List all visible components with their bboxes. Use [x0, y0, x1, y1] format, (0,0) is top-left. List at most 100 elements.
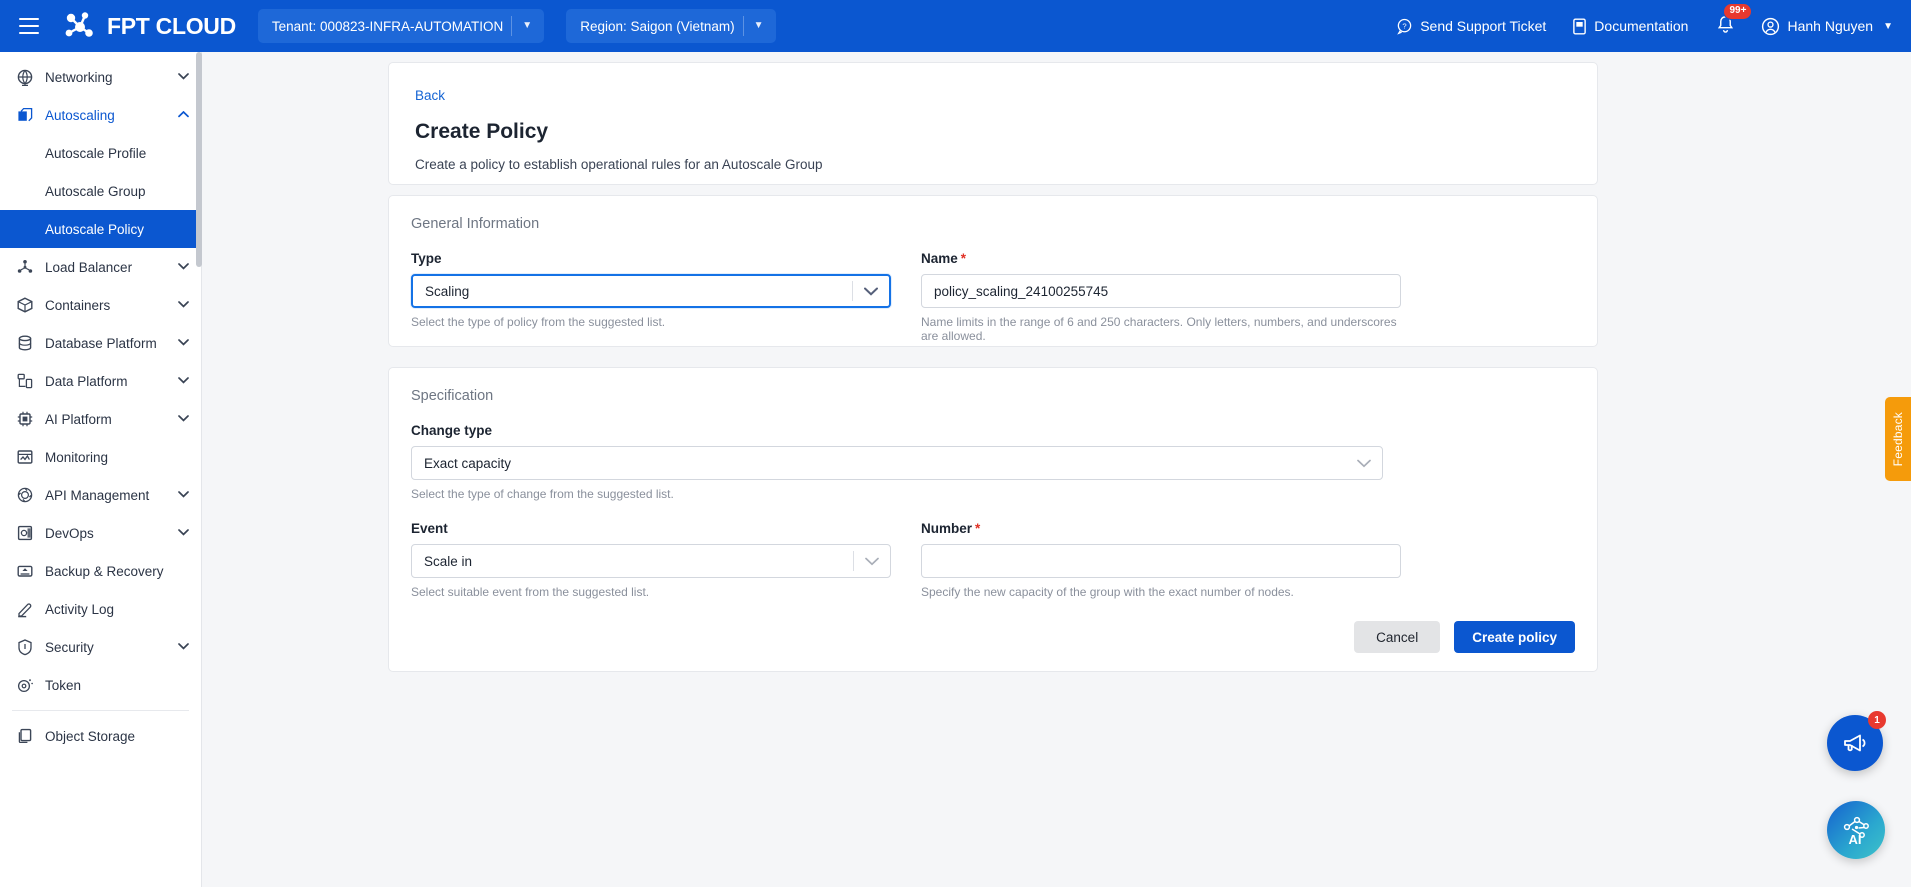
announcements-badge: 1 [1868, 711, 1886, 729]
sidebar-item-object-storage[interactable]: Object Storage [0, 717, 201, 755]
back-link[interactable]: Back [415, 88, 445, 103]
sidebar-item-label: Autoscale Policy [45, 221, 145, 237]
api-icon [14, 486, 36, 504]
announcements-fab[interactable]: 1 [1827, 711, 1886, 771]
megaphone-icon [1844, 734, 1866, 752]
send-support-ticket-button[interactable]: ? Send Support Ticket [1396, 18, 1546, 35]
type-select-value: Scaling [425, 283, 470, 299]
type-label: Type [411, 251, 442, 266]
sidebar-item-label: Object Storage [45, 728, 136, 744]
brand-logo-group[interactable]: FPT CLOUD [64, 11, 236, 41]
specification-section-title: Specification [411, 388, 494, 404]
sidebar-item-security[interactable]: Security [0, 628, 201, 666]
chevron-down-icon [175, 413, 189, 425]
sidebar-item-ai-platform[interactable]: AI Platform [0, 400, 201, 438]
chevron-down-icon [175, 337, 189, 349]
sidebar-item-database-platform[interactable]: Database Platform [0, 324, 201, 362]
event-select[interactable]: Scale in [411, 544, 891, 578]
globe-icon [14, 68, 36, 86]
type-field: Type Scaling Select the type of policy f… [411, 251, 891, 343]
sidebar-nav: Networking Autoscaling Autoscale Profile Au… [0, 52, 201, 755]
sidebar-divider [12, 710, 189, 711]
change-type-field: Change type Exact capacity Select the ty… [411, 423, 1383, 501]
sidebar-item-autoscale-policy[interactable]: Autoscale Policy [0, 210, 201, 248]
backup-icon [14, 562, 36, 580]
sidebar-item-api-management[interactable]: API Management [0, 476, 201, 514]
sidebar-item-activity-log[interactable]: Activity Log [0, 590, 201, 628]
ai-assistant-fab[interactable]: AI [1827, 801, 1885, 859]
change-type-hint: Select the type of change from the sugge… [411, 487, 674, 501]
chevron-down-icon [175, 489, 189, 501]
chevron-down-icon: ▼ [522, 20, 533, 31]
box-icon [14, 296, 36, 314]
required-marker: * [975, 521, 981, 536]
sidebar-item-autoscale-profile[interactable]: Autoscale Profile [0, 134, 201, 172]
sidebar-item-containers[interactable]: Containers [0, 286, 201, 324]
type-select[interactable]: Scaling [411, 274, 891, 308]
sidebar-item-label: Autoscale Profile [45, 145, 147, 161]
sidebar-item-networking[interactable]: Networking [0, 58, 201, 96]
sidebar-item-label: Networking [45, 69, 113, 85]
number-field: Number * Specify the new capacity of the … [921, 521, 1401, 599]
required-marker: * [960, 251, 967, 266]
event-hint: Select suitable event from the suggested… [411, 585, 650, 599]
avatar-icon [1762, 17, 1780, 35]
sidebar-item-devops[interactable]: DevOps [0, 514, 201, 552]
sidebar-item-monitoring[interactable]: Monitoring [0, 438, 201, 476]
number-input-wrap[interactable] [921, 544, 1401, 578]
storage-icon [14, 727, 36, 745]
change-type-label: Change type [411, 423, 493, 438]
change-type-select[interactable]: Exact capacity [411, 446, 1383, 480]
sidebar-item-label: Autoscale Group [45, 183, 146, 199]
event-field: Event Scale in Select suitable event fro… [411, 521, 891, 599]
notifications-button[interactable]: 99+ [1716, 2, 1753, 39]
support-question-icon: ? [1397, 18, 1412, 35]
sidebar-item-backup-recovery[interactable]: Backup & Recovery [0, 552, 201, 590]
hamburger-icon[interactable] [10, 7, 48, 45]
name-input-wrap[interactable] [921, 274, 1401, 308]
general-section-title: General Information [411, 216, 540, 232]
name-hint: Name limits in the range of 6 and 250 ch… [921, 315, 1397, 343]
sidebar-item-label: DevOps [45, 525, 94, 541]
documentation-button[interactable]: Documentation [1572, 17, 1688, 35]
region-selector[interactable]: Region: Saigon (Vietnam) ▼ [566, 9, 776, 43]
sidebar-item-autoscaling[interactable]: Autoscaling [0, 96, 201, 134]
type-hint: Select the type of policy from the sugge… [411, 315, 666, 329]
number-input[interactable] [934, 553, 1400, 569]
notification-badge: 99+ [1723, 2, 1753, 20]
chevron-down-icon [854, 557, 890, 566]
sidebar-item-label: Containers [45, 297, 111, 313]
nodes-icon [14, 258, 36, 276]
sidebar-item-autoscale-group[interactable]: Autoscale Group [0, 172, 201, 210]
top-header: FPT CLOUD Tenant: 000823-INFRA-AUTOMATIO… [0, 0, 1911, 52]
sidebar-item-load-balancer[interactable]: Load Balancer [0, 248, 201, 286]
fpt-cloud-logo-icon [65, 12, 93, 37]
user-menu[interactable]: Hanh Nguyen ▼ [1761, 17, 1893, 36]
tenant-selector[interactable]: Tenant: 000823-INFRA-AUTOMATION ▼ [257, 9, 545, 43]
chip-icon [14, 410, 36, 428]
shield-icon [14, 638, 36, 656]
specification-card: Specification Change type Exact capacity… [388, 367, 1598, 672]
brand-text: FPT CLOUD [107, 12, 236, 39]
sidebar-item-token[interactable]: Token [0, 666, 201, 704]
general-information-card: General Information Type Scaling Select … [388, 195, 1598, 347]
chevron-down-icon: ▼ [753, 20, 764, 31]
feedback-tab[interactable]: Feedback [1885, 397, 1911, 481]
number-label: Number * [921, 521, 981, 536]
sidebar-item-label: Security [45, 639, 94, 655]
chevron-down-icon: ▼ [1883, 20, 1893, 32]
name-field: Name* Name limits in the range of 6 and … [921, 251, 1401, 343]
region-divider [742, 16, 744, 36]
event-label: Event [411, 521, 448, 536]
sidebar-item-data-platform[interactable]: Data Platform [0, 362, 201, 400]
number-hint: Specify the new capacity of the group wi… [921, 585, 1294, 599]
change-type-value: Exact capacity [424, 455, 512, 471]
tenant-label: Tenant: 000823-INFRA-AUTOMATION [271, 18, 504, 34]
send-support-ticket-label: Send Support Ticket [1420, 18, 1547, 34]
sidebar: Networking Autoscaling Autoscale Profile Au… [0, 52, 202, 887]
chevron-down-icon [175, 375, 189, 387]
cancel-button[interactable]: Cancel [1354, 621, 1441, 653]
name-input[interactable] [934, 283, 1400, 299]
general-field-row: Type Scaling Select the type of policy f… [411, 251, 1575, 343]
create-policy-button[interactable]: Create policy [1454, 621, 1575, 653]
